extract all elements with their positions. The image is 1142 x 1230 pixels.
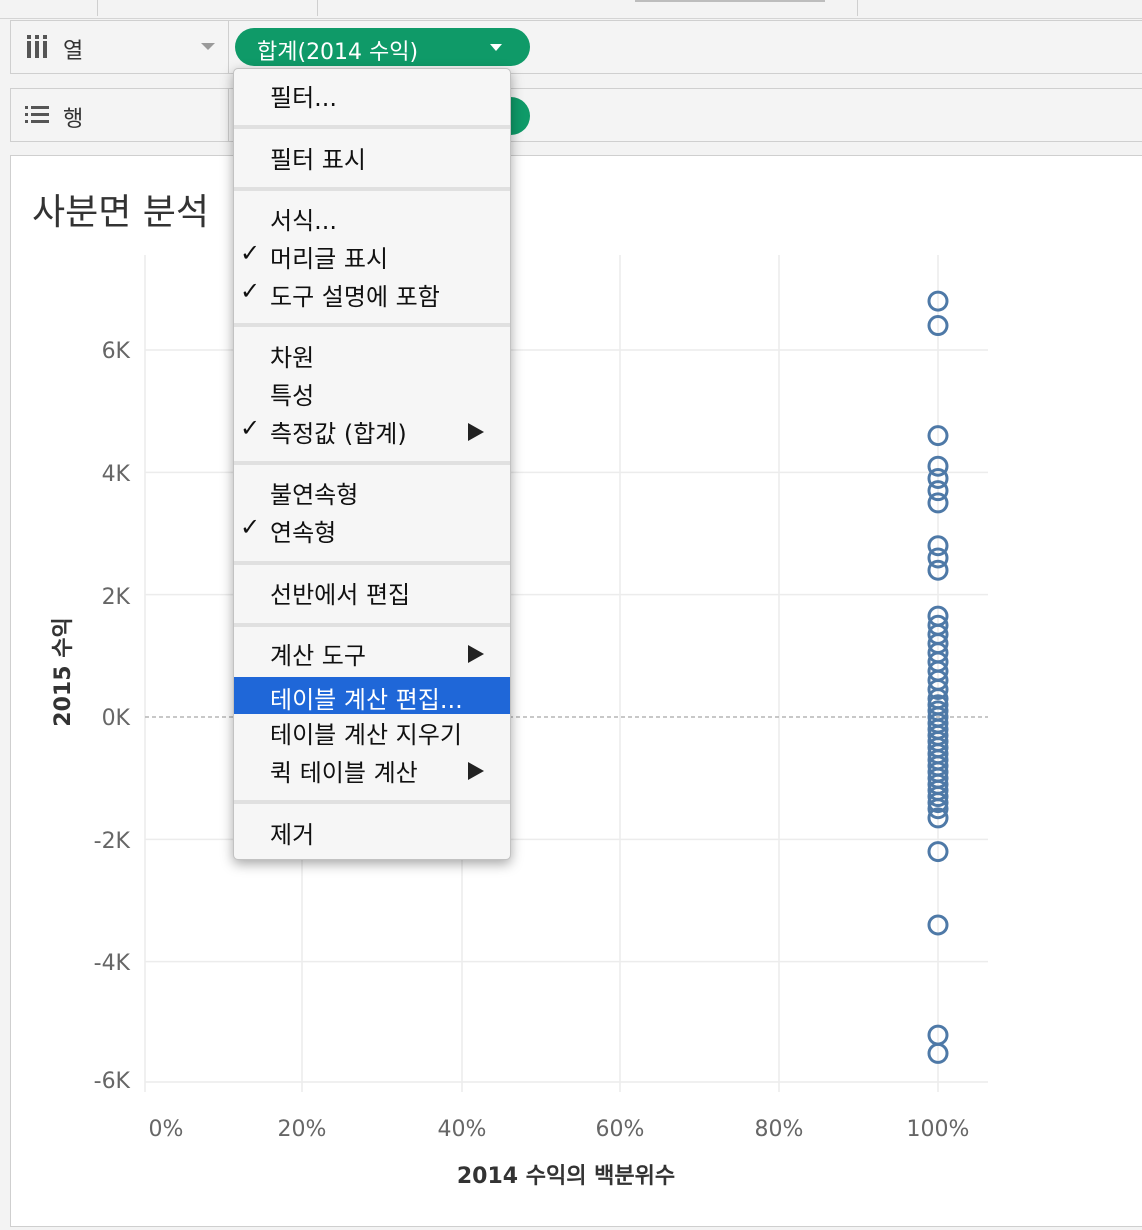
menu-separator xyxy=(234,800,510,804)
submenu-arrow-icon xyxy=(468,423,484,441)
menu-item-label: 머리글 표시 xyxy=(270,245,389,273)
menu-separator xyxy=(234,623,510,627)
menu-item-remove[interactable]: 제거 xyxy=(234,812,510,849)
menu-separator xyxy=(234,461,510,465)
y-tick-label: 2K xyxy=(102,585,131,610)
submenu-arrow-icon xyxy=(468,762,484,780)
y-tick-label: -6K xyxy=(94,1069,131,1094)
menu-item-label: 연속형 xyxy=(270,519,337,547)
checkmark-icon: ✓ xyxy=(240,277,261,305)
menu-item-label: 테이블 계산 편집... xyxy=(270,686,463,714)
context-menu: 필터... 필터 표시서식... ✓ 머리글 표시 ✓ 도구 설명에 포함차원특성 ✓ 측정값… xyxy=(233,68,511,860)
x-tick-label: 20% xyxy=(278,1117,327,1142)
menu-item-discrete[interactable]: 불연속형 xyxy=(234,472,510,509)
menu-item-dimension[interactable]: 차원 xyxy=(234,335,510,372)
checkmark-icon: ✓ xyxy=(240,513,261,541)
menu-item-include-tooltip[interactable]: ✓ 도구 설명에 포함 xyxy=(234,274,510,311)
y-tick-label: 0K xyxy=(102,706,131,731)
menu-separator xyxy=(234,561,510,565)
menu-item-label: 필터 표시 xyxy=(270,146,366,174)
menu-item-edit-in-shelf[interactable]: 선반에서 편집 xyxy=(234,572,510,609)
scatter-chart: 6K 4K 2K 0K -2K -4K -6K 0% 20% 40% 60% 80% 100% 2014 … xyxy=(51,255,988,1189)
menu-item-calc-tools[interactable]: 계산 도구 xyxy=(234,633,510,670)
menu-item-format[interactable]: 서식... xyxy=(234,198,510,235)
menu-item-attribute[interactable]: 특성 xyxy=(234,373,510,410)
x-tick-label: 0% xyxy=(149,1117,184,1142)
menu-item-label: 계산 도구 xyxy=(270,642,366,670)
menu-item-measure-sum[interactable]: ✓ 측정값 (합계) xyxy=(234,411,510,448)
menu-item-label: 불연속형 xyxy=(270,481,359,509)
x-tick-label: 80% xyxy=(755,1117,804,1142)
menu-item-label: 선반에서 편집 xyxy=(270,581,411,609)
checkmark-icon: ✓ xyxy=(240,414,261,442)
x-tick-label: 40% xyxy=(438,1117,487,1142)
y-tick-label: 4K xyxy=(102,462,131,487)
menu-item-show-filter[interactable]: 필터 표시 xyxy=(234,137,510,174)
y-tick-label: -2K xyxy=(94,829,131,854)
x-axis-label: 2014 수익의 백분위수 xyxy=(457,1164,675,1189)
submenu-arrow-icon xyxy=(468,645,484,663)
menu-item-label: 제거 xyxy=(270,821,315,849)
menu-item-clear-table-calc[interactable]: 테이블 계산 지우기 xyxy=(234,712,510,749)
menu-item-label: 도구 설명에 포함 xyxy=(270,283,440,311)
menu-separator xyxy=(234,187,510,191)
x-tick-label: 100% xyxy=(907,1117,970,1142)
menu-item-label: 필터... xyxy=(270,84,338,112)
x-tick-label: 60% xyxy=(596,1117,645,1142)
checkmark-icon: ✓ xyxy=(240,239,261,267)
menu-separator xyxy=(234,323,510,327)
menu-item-label: 특성 xyxy=(270,382,315,410)
menu-item-label: 테이블 계산 지우기 xyxy=(270,721,462,749)
y-tick-label: 6K xyxy=(102,339,131,364)
menu-item-label: 측정값 (합계) xyxy=(270,420,407,448)
menu-item-edit-table-calc[interactable]: 테이블 계산 편집... xyxy=(234,677,510,714)
y-tick-label: -4K xyxy=(94,951,131,976)
menu-item-label: 퀵 테이블 계산 xyxy=(270,759,418,787)
menu-item-continuous[interactable]: ✓ 연속형 xyxy=(234,510,510,547)
menu-separator xyxy=(234,125,510,129)
y-axis-label: 2015 수익 xyxy=(51,617,76,726)
menu-item-label: 서식... xyxy=(270,207,338,235)
menu-item-filter[interactable]: 필터... xyxy=(234,75,510,112)
menu-item-quick-table-calc[interactable]: 퀵 테이블 계산 xyxy=(234,750,510,787)
menu-item-show-header[interactable]: ✓ 머리글 표시 xyxy=(234,236,510,273)
menu-item-label: 차원 xyxy=(270,344,315,372)
